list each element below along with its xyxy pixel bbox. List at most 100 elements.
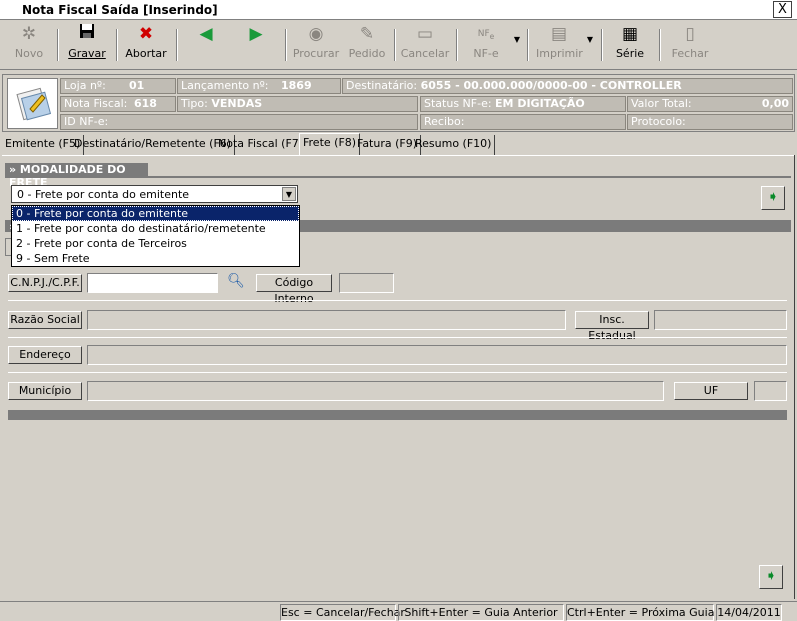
status-nfe-value: EM DIGITAÇÃO [495, 97, 585, 110]
window-title: Nota Fiscal Saída [Inserindo] [22, 3, 218, 17]
razao-social-label: Razão Social [8, 311, 82, 329]
protocolo-field: Protocolo: [627, 114, 793, 130]
lancamento-label: Lançamento nº: [181, 79, 269, 92]
nfe-button[interactable]: NFe NF-e [466, 23, 506, 67]
recibo-field: Recibo: [420, 114, 626, 130]
toolbar-separator [394, 29, 396, 61]
fechar-button[interactable]: ▯ Fechar [668, 23, 712, 67]
endereco-input[interactable] [87, 345, 787, 365]
toolbar-separator [176, 29, 178, 61]
status-date: 14/04/2011 [716, 604, 782, 621]
municipio-label: Município [8, 382, 82, 400]
toolbar-separator [456, 29, 458, 61]
section-bottom-bar [8, 410, 787, 420]
razao-social-input[interactable] [87, 310, 566, 330]
next-tab-arrow-icon[interactable]: ➧ [759, 565, 783, 589]
cancel-document-icon: ▭ [416, 24, 434, 44]
status-bar: Esc = Cancelar/Fechar Shift+Enter = Guia… [0, 601, 797, 621]
gravar-button[interactable]: Gravar [64, 23, 110, 67]
divider [8, 372, 787, 373]
nfe-label: NF-e [473, 47, 499, 60]
modalidade-selected-value: 0 - Frete por conta do emitente [17, 188, 190, 201]
insc-estadual-label: Insc. Estadual [575, 311, 649, 342]
toolbar-separator [659, 29, 661, 61]
arrow-right-icon: ▶ [249, 24, 263, 44]
divider [8, 300, 787, 301]
status-nfe-field: Status NF-e: EM DIGITAÇÃO [420, 96, 626, 112]
status-nfe-label: Status NF-e: [424, 97, 492, 110]
cancelar-button[interactable]: ▭ Cancelar [400, 23, 450, 67]
valor-total-field: Valor Total: 0,00 [627, 96, 793, 112]
procurar-label: Procurar [292, 47, 340, 60]
cnpj-label: C.N.P.J./C.P.F. [8, 274, 82, 292]
nfe-dropdown-arrow-icon[interactable]: ▼ [512, 35, 522, 79]
next-button[interactable]: ▶ [240, 23, 272, 67]
tipo-value: VENDAS [211, 97, 263, 110]
printer-icon: ▤ [550, 24, 568, 44]
order-icon: ✎ [359, 24, 375, 44]
tab-fatura[interactable]: Fatura (F9) [354, 135, 422, 155]
previous-button[interactable]: ◀ [190, 23, 222, 67]
abort-x-icon: ✖ [138, 24, 154, 44]
codigo-interno-input[interactable] [339, 273, 394, 293]
valor-total-label: Valor Total: [631, 97, 692, 110]
tab-nota-fiscal[interactable]: Nota Fiscal (F7) [215, 135, 308, 155]
insc-estadual-input[interactable] [654, 310, 787, 330]
search-icon[interactable]: 🔍︎ [227, 273, 245, 291]
imprimir-label: Imprimir [536, 47, 583, 60]
modalidade-option-2[interactable]: 2 - Frete por conta de Terceiros [12, 236, 299, 251]
new-icon: ✲ [21, 24, 37, 44]
document-header: Loja nº: 01 Lançamento nº: 1869 Destinatár… [2, 74, 795, 132]
gravar-label: Gravar [68, 47, 106, 60]
next-tab-arrow-icon[interactable]: ➧ [761, 186, 785, 210]
fechar-label: Fechar [671, 47, 709, 60]
tipo-field: Tipo: VENDAS [177, 96, 418, 112]
destinatario-value: 6055 - 00.000.000/0000-00 - CONTROLLER [420, 79, 682, 92]
toolbar-separator [601, 29, 603, 61]
destinatario-field: Destinatário: 6055 - 00.000.000/0000-00 … [342, 78, 793, 94]
codigo-interno-label: Código Interno [256, 274, 332, 305]
search-icon: ◉ [308, 24, 324, 44]
section-underline [5, 176, 791, 178]
municipio-input[interactable] [87, 381, 664, 401]
arrow-left-icon: ◀ [199, 24, 213, 44]
barcode-icon: ▦ [621, 24, 639, 44]
status-shift-enter: Shift+Enter = Guia Anterior [398, 604, 564, 621]
modalidade-option-9[interactable]: 9 - Sem Frete [12, 251, 299, 266]
protocolo-label: Protocolo: [631, 115, 686, 128]
nota-value: 618 [134, 97, 157, 110]
loja-label: Loja nº: [64, 79, 106, 92]
divider [8, 337, 787, 338]
chevron-down-icon[interactable]: ▼ [282, 187, 296, 201]
serie-button[interactable]: ▦ Série [610, 23, 650, 67]
abortar-button[interactable]: ✖ Abortar [122, 23, 170, 67]
uf-input[interactable] [754, 381, 787, 401]
tab-destinatario[interactable]: Destinatário/Remetente (F6) [71, 135, 236, 155]
tab-panel-border-right [794, 155, 795, 599]
toolbar-separator [527, 29, 529, 61]
status-esc: Esc = Cancelar/Fechar [280, 604, 405, 621]
pedido-button[interactable]: ✎ Pedido [346, 23, 388, 67]
uf-label: UF [674, 382, 748, 400]
modalidade-dropdown-list[interactable]: 0 - Frete por conta do emitente 1 - Fret… [11, 205, 300, 267]
modalidade-option-0[interactable]: 0 - Frete por conta do emitente [12, 206, 299, 221]
nota-label: Nota Fiscal: [64, 97, 128, 110]
modalidade-combo[interactable]: 0 - Frete por conta do emitente ▼ [11, 185, 298, 203]
id-nfe-label: ID NF-e: [64, 115, 109, 128]
close-button[interactable]: X [773, 1, 792, 18]
document-logo-icon [7, 78, 58, 129]
cnpj-input[interactable] [87, 273, 218, 293]
toolbar-separator [57, 29, 59, 61]
title-bar: Nota Fiscal Saída [Inserindo] X [0, 0, 797, 20]
section-modalidade-frete: » MODALIDADE DO FRETE [5, 163, 148, 189]
pedido-label: Pedido [348, 47, 386, 60]
nfe-icon: NFe [477, 29, 495, 41]
procurar-button[interactable]: ◉ Procurar [292, 23, 340, 67]
modalidade-option-1[interactable]: 1 - Frete por conta do destinatário/reme… [12, 221, 299, 236]
tab-resumo[interactable]: Resumo (F10) [412, 135, 496, 155]
imprimir-button[interactable]: ▤ Imprimir [536, 23, 583, 67]
cancelar-label: Cancelar [400, 47, 450, 60]
tab-frete[interactable]: Frete (F8) [299, 133, 361, 155]
imprimir-dropdown-arrow-icon[interactable]: ▼ [585, 35, 595, 79]
novo-button[interactable]: ✲ Novo [8, 23, 50, 67]
